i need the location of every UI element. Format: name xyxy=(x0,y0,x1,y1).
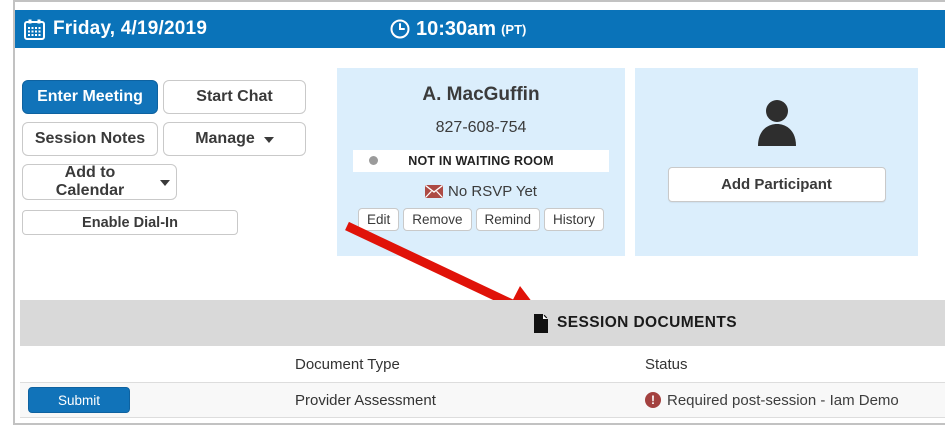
participant-name: A. MacGuffin xyxy=(422,84,539,106)
session-documents-icon xyxy=(533,314,549,333)
add-to-calendar-label: Add to Calendar xyxy=(29,164,151,200)
calendar-icon xyxy=(24,19,45,40)
add-participant-button[interactable]: Add Participant xyxy=(668,167,886,202)
clock-icon xyxy=(390,19,410,39)
remind-button[interactable]: Remind xyxy=(476,208,541,231)
remove-button[interactable]: Remove xyxy=(403,208,471,231)
session-time-group: 10:30am (PT) xyxy=(390,10,526,48)
edit-button[interactable]: Edit xyxy=(358,208,399,231)
session-timezone: (PT) xyxy=(501,22,526,37)
participant-action-row: Edit Remove Remind History xyxy=(356,208,606,231)
session-header-bar: Friday, 4/19/2019 10:30am (PT) xyxy=(15,10,945,48)
add-to-calendar-dropdown-button[interactable]: Add to Calendar xyxy=(22,164,177,200)
documents-table-header-row: Document Type Status xyxy=(20,346,945,383)
rsvp-status-text: No RSVP Yet xyxy=(448,183,537,200)
manage-dropdown-button[interactable]: Manage xyxy=(163,122,306,156)
person-silhouette-icon xyxy=(754,98,800,151)
participant-card: A. MacGuffin 827-608-754 NOT IN WAITING … xyxy=(337,68,625,256)
session-documents-header: SESSION DOCUMENTS xyxy=(20,300,945,346)
status-column-header: Status xyxy=(625,356,945,373)
manage-label: Manage xyxy=(195,130,255,148)
document-table-row: Submit Provider Assessment ! Required po… xyxy=(20,383,945,418)
participant-meeting-id: 827-608-754 xyxy=(436,119,527,137)
waiting-room-status-bar: NOT IN WAITING ROOM xyxy=(353,150,609,172)
session-documents-title: SESSION DOCUMENTS xyxy=(557,314,737,332)
enter-meeting-button[interactable]: Enter Meeting xyxy=(22,80,158,114)
gray-dot-icon xyxy=(369,156,378,165)
waiting-room-status: NOT IN WAITING ROOM xyxy=(408,154,553,168)
submit-document-button[interactable]: Submit xyxy=(28,387,130,413)
enable-dial-in-button[interactable]: Enable Dial-In xyxy=(22,210,238,235)
document-status-cell: ! Required post-session - Iam Demo xyxy=(625,392,945,409)
add-participant-card: Add Participant xyxy=(635,68,918,256)
session-time: 10:30am xyxy=(416,18,496,41)
caret-down-icon xyxy=(264,137,274,143)
document-status-text: Required post-session - Iam Demo xyxy=(667,392,899,409)
no-rsvp-envelope-icon xyxy=(425,185,443,198)
document-type-cell: Provider Assessment xyxy=(275,392,625,409)
start-chat-button[interactable]: Start Chat xyxy=(163,80,306,114)
history-button[interactable]: History xyxy=(544,208,604,231)
session-notes-button[interactable]: Session Notes xyxy=(22,122,158,156)
rsvp-status-line: No RSVP Yet xyxy=(425,183,537,200)
caret-down-icon xyxy=(160,180,170,186)
document-type-column-header: Document Type xyxy=(275,356,625,373)
exclamation-circle-icon: ! xyxy=(645,392,661,408)
session-date: Friday, 4/19/2019 xyxy=(53,18,207,40)
